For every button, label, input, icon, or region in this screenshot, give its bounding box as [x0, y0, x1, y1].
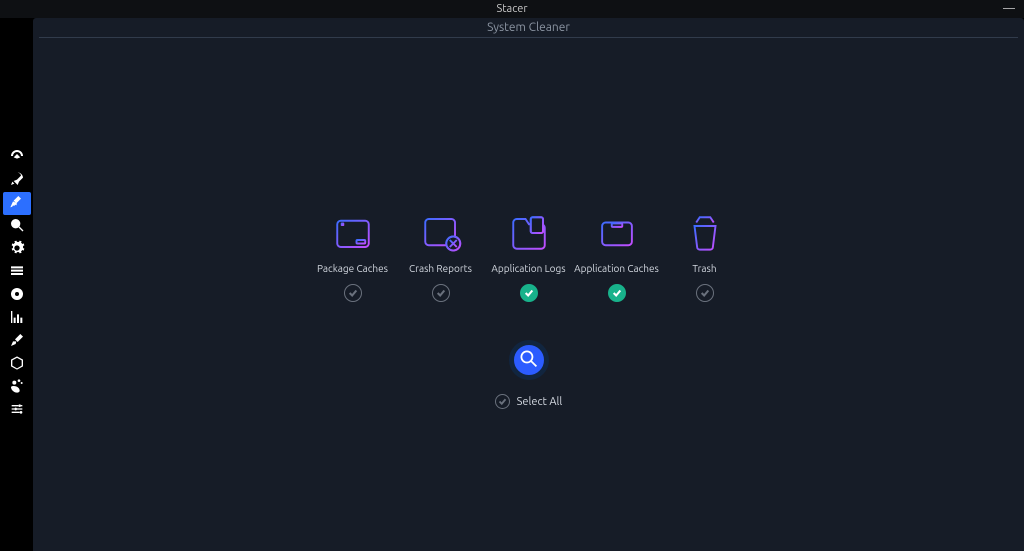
select-all-label: Select All [517, 396, 563, 408]
tools-icon [9, 332, 25, 351]
category-package-caches: Package Caches [315, 208, 391, 302]
rocket-icon [9, 171, 25, 190]
broom-icon [9, 194, 25, 213]
crash-report-icon [420, 208, 462, 258]
gear-icon [9, 240, 25, 259]
category-checkbox-application-logs[interactable] [520, 284, 538, 302]
sidebar-item-system-cleaner[interactable] [3, 192, 31, 215]
category-label: Application Logs [491, 263, 565, 274]
sidebar-item-uninstaller[interactable] [3, 284, 31, 307]
category-label: Trash [692, 263, 716, 274]
sidebar-item-dashboard[interactable] [3, 146, 31, 169]
category-checkbox-package-caches[interactable] [344, 284, 362, 302]
category-application-caches: Application Caches [579, 208, 655, 302]
category-application-logs: Application Logs [491, 208, 567, 302]
sidebar-item-services[interactable] [3, 238, 31, 261]
trash-icon [684, 208, 726, 258]
sidebar [0, 18, 33, 551]
folder-log-icon [508, 208, 550, 258]
gauge-icon [9, 148, 25, 167]
sidebar-item-gnome-settings[interactable] [3, 376, 31, 399]
category-checkbox-trash[interactable] [696, 284, 714, 302]
disc-icon [9, 286, 25, 305]
category-checkbox-application-caches[interactable] [608, 284, 626, 302]
foot-icon [9, 378, 25, 397]
sidebar-item-processes[interactable] [3, 261, 31, 284]
category-label: Crash Reports [409, 263, 472, 274]
magnifier-icon [519, 349, 538, 371]
search-icon [9, 217, 25, 236]
window-title: Stacer [496, 3, 527, 15]
sliders-icon [9, 401, 25, 420]
sidebar-item-startup-apps[interactable] [3, 169, 31, 192]
sidebar-item-helpers[interactable] [3, 330, 31, 353]
category-trash: Trash [667, 208, 743, 302]
category-row: Package Caches [315, 208, 743, 302]
scan-button[interactable] [509, 340, 549, 380]
window-minimize-button[interactable]: — [1002, 2, 1016, 16]
category-checkbox-crash-reports[interactable] [432, 284, 450, 302]
main-panel: System Cleaner [33, 18, 1024, 551]
category-label: Application Caches [574, 263, 659, 274]
stack-icon [9, 263, 25, 282]
select-all-checkbox [495, 394, 510, 409]
sidebar-item-search[interactable] [3, 215, 31, 238]
cache-box-icon [596, 208, 638, 258]
window-titlebar: Stacer — [0, 0, 1024, 18]
page-title: System Cleaner [39, 18, 1018, 38]
package-icon [9, 355, 25, 374]
sidebar-item-resources[interactable] [3, 307, 31, 330]
box-icon [332, 208, 374, 258]
category-label: Package Caches [317, 263, 388, 274]
category-crash-reports: Crash Reports [403, 208, 479, 302]
content-area: Package Caches [33, 38, 1024, 551]
chart-icon [9, 309, 25, 328]
sidebar-item-apt-repos[interactable] [3, 353, 31, 376]
sidebar-item-settings[interactable] [3, 399, 31, 422]
app-frame: System Cleaner [0, 18, 1024, 551]
select-all-toggle[interactable]: Select All [495, 394, 563, 409]
